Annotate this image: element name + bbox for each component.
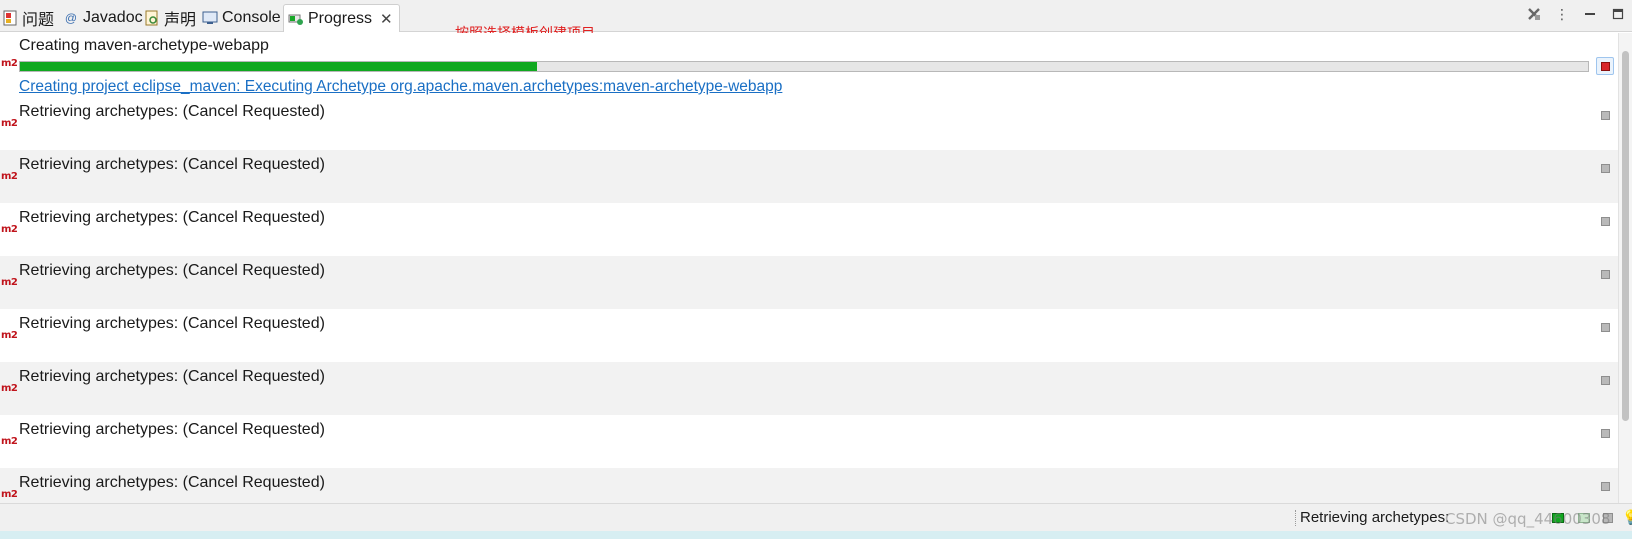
progress-list: Creating maven-archetype-webapp m2 Creat… (0, 33, 1618, 503)
stop-icon (1600, 61, 1610, 71)
problems-icon (2, 10, 18, 26)
cancel-button[interactable] (1596, 371, 1614, 389)
view-menu-icon[interactable]: ⋮ (1554, 6, 1570, 22)
list-item: m2 Retrieving archetypes: (Cancel Reques… (0, 256, 1618, 309)
list-item: m2 Retrieving archetypes: (Cancel Reques… (0, 97, 1618, 150)
cancel-button[interactable] (1596, 212, 1614, 230)
list-item: m2 Retrieving archetypes: (Cancel Reques… (0, 150, 1618, 203)
stop-icon (1600, 269, 1610, 279)
stop-icon (1600, 428, 1610, 438)
cancel-button[interactable] (1596, 424, 1614, 442)
job-name: Retrieving archetypes: (Cancel Requested… (19, 103, 325, 120)
status-bar: Retrieving archetypes: 💡 (0, 503, 1632, 531)
cancel-button[interactable] (1596, 159, 1614, 177)
console-icon (202, 10, 218, 26)
status-separator (1295, 510, 1298, 526)
tab-label: Javadoc (83, 9, 143, 26)
maximize-icon[interactable] (1610, 6, 1626, 22)
job-name: Creating maven-archetype-webapp (19, 37, 269, 54)
cancel-button[interactable] (1596, 265, 1614, 283)
active-job: Creating maven-archetype-webapp m2 Creat… (0, 33, 1618, 97)
tab-javadoc[interactable]: @ Javadoc (63, 4, 143, 32)
stop-icon (1600, 322, 1610, 332)
stop-icon (1600, 110, 1610, 120)
maven-m2-icon: m2 (1, 118, 18, 129)
cancel-button[interactable] (1596, 477, 1614, 495)
stop-icon (1600, 216, 1610, 226)
tab-progress[interactable]: Progress ✕ (283, 4, 400, 32)
stop-icon (1600, 375, 1610, 385)
javadoc-at-icon: @ (64, 11, 78, 25)
tab-problems[interactable]: 问题 (2, 4, 54, 32)
maven-m2-icon: m2 (1, 330, 18, 341)
job-name: Retrieving archetypes: (Cancel Requested… (19, 474, 325, 491)
job-name: Retrieving archetypes: (Cancel Requested… (19, 156, 325, 173)
declaration-icon (144, 10, 160, 26)
maven-m2-icon: m2 (1, 277, 18, 288)
view-tab-bar: 问题 @ Javadoc 声明 Console Progress ✕ ⋮ (0, 0, 1632, 32)
job-detail-link[interactable]: Creating project eclipse_maven: Executin… (19, 78, 782, 96)
maven-m2-icon: m2 (1, 224, 18, 235)
taskbar-strip (0, 531, 1632, 539)
scrollbar-thumb[interactable] (1622, 51, 1629, 421)
job-progress-bar (19, 61, 1589, 72)
tab-console[interactable]: Console (202, 4, 281, 32)
cancel-button[interactable] (1596, 57, 1614, 75)
job-name: Retrieving archetypes: (Cancel Requested… (19, 262, 325, 279)
maven-m2-icon: m2 (1, 436, 18, 447)
tab-label: 声明 (164, 12, 197, 29)
tab-label: Console (222, 9, 281, 26)
tab-label: Progress (308, 9, 373, 27)
job-name: Retrieving archetypes: (Cancel Requested… (19, 421, 325, 438)
maven-m2-icon: m2 (1, 171, 18, 182)
maven-m2-icon: m2 (1, 58, 18, 69)
status-job-text[interactable]: Retrieving archetypes: (1300, 509, 1449, 526)
list-item: m2 Retrieving archetypes: (Cancel Reques… (0, 309, 1618, 362)
maven-m2-icon: m2 (1, 383, 18, 394)
remove-all-finished-icon[interactable] (1526, 6, 1542, 22)
cancel-button[interactable] (1596, 106, 1614, 124)
progress-fill (20, 62, 538, 71)
cancel-button[interactable] (1596, 318, 1614, 336)
watermark: CSDN @qq_44600308 (1445, 510, 1611, 528)
list-item: m2 Retrieving archetypes: (Cancel Reques… (0, 203, 1618, 256)
minimize-icon[interactable] (1582, 6, 1598, 22)
progress-icon (288, 11, 304, 27)
close-icon[interactable]: ✕ (380, 10, 393, 28)
vertical-scrollbar[interactable] (1618, 33, 1632, 503)
list-item: m2 Retrieving archetypes: (Cancel Reques… (0, 415, 1618, 468)
list-item: m2 Retrieving archetypes: (Cancel Reques… (0, 468, 1618, 503)
tab-declaration[interactable]: 声明 (144, 4, 196, 32)
list-item: m2 Retrieving archetypes: (Cancel Reques… (0, 362, 1618, 415)
lightbulb-icon[interactable]: 💡 (1622, 509, 1632, 526)
stop-icon (1600, 163, 1610, 173)
tab-label: 问题 (22, 12, 55, 29)
view-toolbar: ⋮ (1526, 6, 1626, 22)
job-name: Retrieving archetypes: (Cancel Requested… (19, 315, 325, 332)
job-name: Retrieving archetypes: (Cancel Requested… (19, 209, 325, 226)
stop-icon (1600, 481, 1610, 491)
maven-m2-icon: m2 (1, 489, 18, 500)
job-name: Retrieving archetypes: (Cancel Requested… (19, 368, 325, 385)
